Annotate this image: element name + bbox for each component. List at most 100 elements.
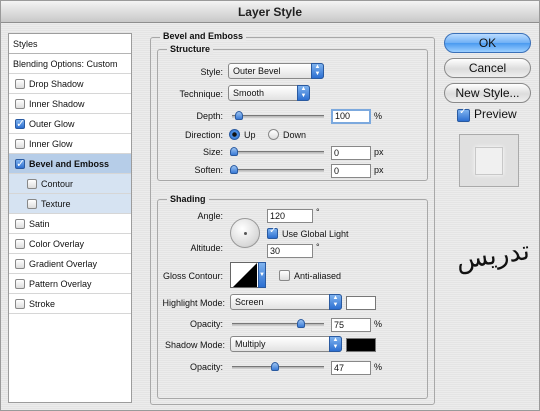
style-item-inner-shadow[interactable]: Inner Shadow xyxy=(9,94,131,114)
anti-aliased-checkbox[interactable] xyxy=(279,270,290,281)
style-item-checkbox[interactable] xyxy=(27,179,37,189)
shadow-opacity-input[interactable]: 47 xyxy=(331,361,371,375)
size-slider[interactable] xyxy=(230,147,324,156)
highlight-opacity-thumb[interactable] xyxy=(297,319,305,328)
style-item-checkbox[interactable] xyxy=(15,279,25,289)
style-item-contour[interactable]: Contour xyxy=(9,174,131,194)
size-unit: px xyxy=(374,147,384,157)
gloss-contour-label: Gloss Contour: xyxy=(162,271,223,281)
style-item-label: Inner Shadow xyxy=(29,99,85,109)
style-item-checkbox[interactable] xyxy=(27,199,37,209)
soften-slider[interactable] xyxy=(230,165,324,174)
style-item-checkbox[interactable] xyxy=(15,239,25,249)
select-arrows-icon: ▲ ▼ xyxy=(311,63,324,79)
direction-label: Direction: xyxy=(184,130,223,140)
depth-slider-thumb[interactable] xyxy=(235,111,244,120)
style-item-pattern-overlay[interactable]: Pattern Overlay xyxy=(9,274,131,294)
preview-label: Preview xyxy=(474,107,517,121)
direction-down-radio[interactable] xyxy=(268,129,279,140)
style-item-label: Bevel and Emboss xyxy=(29,159,110,169)
depth-label: Depth: xyxy=(196,111,223,121)
altitude-input[interactable]: 30 xyxy=(267,244,313,258)
style-item-label: Satin xyxy=(29,219,50,229)
structure-title: Structure xyxy=(167,44,214,54)
soften-input[interactable]: 0 xyxy=(331,164,371,178)
shadow-opacity-slider[interactable] xyxy=(232,362,324,371)
preview-checkbox[interactable] xyxy=(457,106,470,122)
style-item-texture[interactable]: Texture xyxy=(9,194,131,214)
shadow-opacity-unit: % xyxy=(374,362,383,372)
style-preview-thumbnail xyxy=(459,134,519,187)
style-item-outer-glow[interactable]: Outer Glow xyxy=(9,114,131,134)
cancel-button[interactable]: Cancel xyxy=(444,58,531,78)
select-arrows-icon: ▲ ▼ xyxy=(329,336,342,352)
depth-slider[interactable] xyxy=(232,111,324,120)
contour-dropdown-button[interactable]: ▼ xyxy=(258,262,266,288)
highlight-opacity-input[interactable]: 75 xyxy=(331,318,371,332)
style-item-bevel-and-emboss[interactable]: Bevel and Emboss xyxy=(9,154,131,174)
blending-options-item[interactable]: Blending Options: Custom xyxy=(9,54,131,74)
style-item-label: Gradient Overlay xyxy=(29,259,98,269)
style-label: Style: xyxy=(200,67,223,77)
style-item-gradient-overlay[interactable]: Gradient Overlay xyxy=(9,254,131,274)
size-label: Size: xyxy=(202,147,223,157)
style-item-label: Contour xyxy=(41,179,74,189)
style-item-checkbox[interactable] xyxy=(15,99,25,109)
soften-label: Soften: xyxy=(194,165,223,175)
style-item-checkbox[interactable] xyxy=(15,299,25,309)
style-select[interactable]: Outer Bevel ▲ ▼ xyxy=(228,63,324,79)
style-item-satin[interactable]: Satin xyxy=(9,214,131,234)
select-arrows-icon: ▲ ▼ xyxy=(297,85,310,101)
styles-header[interactable]: Styles xyxy=(9,34,131,54)
global-light-checkbox[interactable] xyxy=(267,225,278,239)
direction-down-label: Down xyxy=(283,130,307,140)
style-item-stroke[interactable]: Stroke xyxy=(9,294,131,314)
shadow-opacity-label: Opacity: xyxy=(189,362,223,372)
altitude-degree: ° xyxy=(316,242,320,252)
style-item-label: Outer Glow xyxy=(29,119,75,129)
angle-input[interactable]: 120 xyxy=(267,209,313,223)
style-item-label: Color Overlay xyxy=(29,239,85,249)
highlight-mode-select[interactable]: Screen ▲ ▼ xyxy=(230,294,342,310)
style-item-checkbox[interactable] xyxy=(15,219,25,229)
select-arrows-icon: ▲ ▼ xyxy=(329,294,342,310)
style-item-checkbox[interactable] xyxy=(15,139,25,149)
highlight-opacity-label: Opacity: xyxy=(189,319,223,329)
style-item-checkbox[interactable] xyxy=(15,114,25,134)
shadow-mode-label: Shadow Mode: xyxy=(164,340,225,350)
shadow-color-swatch[interactable] xyxy=(346,338,376,352)
style-item-checkbox[interactable] xyxy=(15,259,25,269)
style-item-label: Drop Shadow xyxy=(29,79,84,89)
anti-aliased-label: Anti-aliased xyxy=(294,271,342,281)
styles-list: Styles Blending Options: Custom Drop Sha… xyxy=(8,33,132,403)
preview-swatch xyxy=(475,147,503,175)
size-slider-thumb[interactable] xyxy=(230,147,238,156)
style-select-value: Outer Bevel xyxy=(233,66,281,76)
style-item-label: Stroke xyxy=(29,299,56,309)
ok-button[interactable]: OK xyxy=(444,33,531,53)
style-item-inner-glow[interactable]: Inner Glow xyxy=(9,134,131,154)
highlight-color-swatch[interactable] xyxy=(346,296,376,310)
highlight-opacity-unit: % xyxy=(374,319,383,329)
shading-title: Shading xyxy=(167,194,209,204)
soften-slider-thumb[interactable] xyxy=(230,165,238,174)
technique-label: Technique: xyxy=(179,89,223,99)
new-style-button[interactable]: New Style... xyxy=(444,83,531,103)
depth-input[interactable]: 100 xyxy=(331,109,371,124)
soften-unit: px xyxy=(374,165,384,175)
altitude-label: Altitude: xyxy=(190,243,223,253)
layer-style-dialog: Layer Style Styles Blending Options: Cus… xyxy=(0,0,540,411)
size-input[interactable]: 0 xyxy=(331,146,371,160)
direction-up-radio[interactable] xyxy=(229,129,240,140)
shadow-mode-select[interactable]: Multiply ▲ ▼ xyxy=(230,336,342,352)
style-item-color-overlay[interactable]: Color Overlay xyxy=(9,234,131,254)
style-item-checkbox[interactable] xyxy=(15,79,25,89)
highlight-mode-value: Screen xyxy=(235,297,264,307)
style-item-checkbox[interactable] xyxy=(15,154,25,174)
highlight-opacity-slider[interactable] xyxy=(232,319,324,328)
shadow-opacity-thumb[interactable] xyxy=(271,362,280,371)
watermark-logo: تدریس xyxy=(454,236,532,276)
technique-select[interactable]: Smooth ▲ ▼ xyxy=(228,85,310,101)
angle-dial[interactable] xyxy=(230,218,260,248)
style-item-drop-shadow[interactable]: Drop Shadow xyxy=(9,74,131,94)
